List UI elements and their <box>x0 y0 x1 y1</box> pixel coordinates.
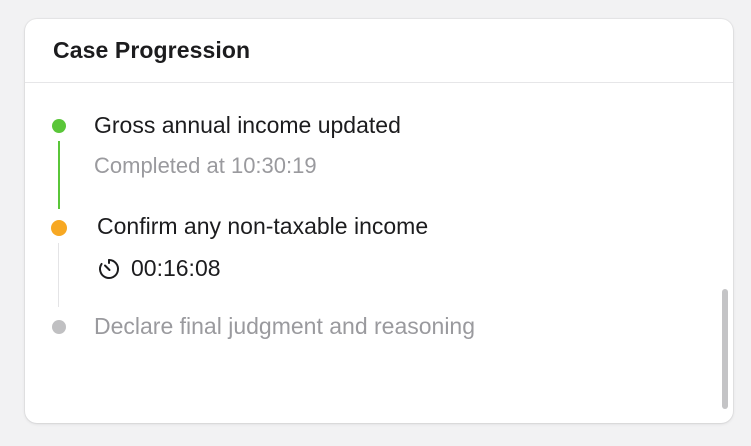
vertical-scrollbar[interactable] <box>717 83 733 423</box>
scrollbar-thumb[interactable] <box>722 289 728 409</box>
step-title-non-taxable-income: Confirm any non-taxable income <box>97 213 429 239</box>
progress-timeline[interactable]: Gross annual income updated Completed at… <box>25 83 733 423</box>
card-header: Case Progression <box>25 19 733 83</box>
step-connector-completed <box>58 141 60 209</box>
step-timer-value: 00:16:08 <box>131 255 221 281</box>
step-in-progress-dot <box>51 220 67 236</box>
step-pending-dot <box>52 320 66 334</box>
step-completed-time: Completed at 10:30:19 <box>94 153 317 178</box>
timer-icon <box>99 258 120 279</box>
step-completed-dot <box>52 119 66 133</box>
case-progression-card: Case Progression Gross annual income upd… <box>25 19 733 423</box>
step-connector-pending <box>58 243 59 307</box>
step-title-final-judgment: Declare final judgment and reasoning <box>94 313 476 339</box>
card-title: Case Progression <box>53 37 251 63</box>
step-timer: 00:16:08 <box>97 255 221 282</box>
step-title-gross-annual-income: Gross annual income updated <box>94 112 401 138</box>
